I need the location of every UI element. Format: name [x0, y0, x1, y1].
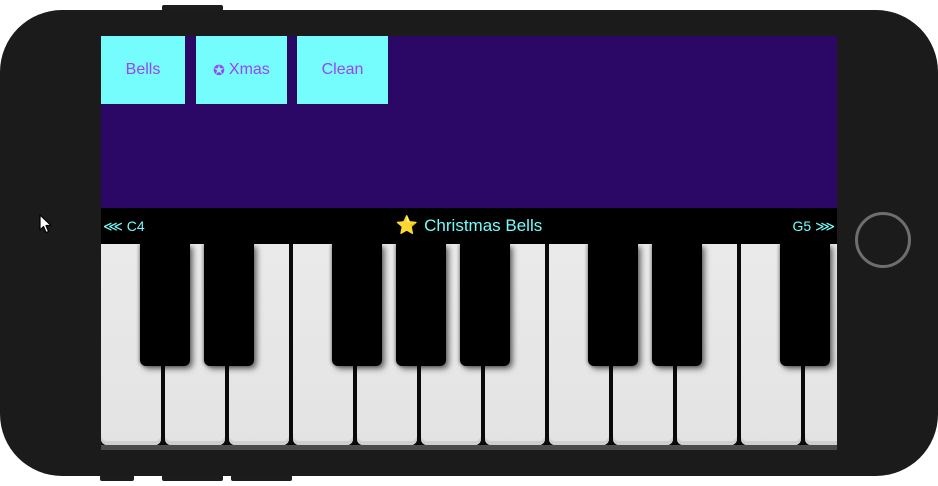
preset-button-label: Clean: [321, 61, 364, 78]
preset-button-label: Xmas: [228, 61, 270, 78]
keyboard-base: [101, 445, 837, 450]
piano-key-c-sharp5[interactable]: [588, 244, 638, 366]
mouse-pointer-icon: [39, 214, 52, 234]
app-screen: Bells ✪ Xmas Clean ⋘ C4 ⭐ Christmas Bells…: [101, 36, 837, 450]
current-preset-title: ⭐ Christmas Bells: [101, 215, 837, 236]
piano-key-g-sharp4[interactable]: [396, 244, 446, 366]
piano-key-d-sharp4[interactable]: [204, 244, 254, 366]
home-button[interactable]: [855, 212, 911, 268]
piano-key-c-sharp4[interactable]: [140, 244, 190, 366]
star-circle-icon: ✪: [213, 61, 225, 78]
preset-button-bells[interactable]: Bells: [101, 36, 185, 104]
preset-button-clean[interactable]: Clean: [297, 36, 388, 104]
star-icon: ⭐: [395, 215, 419, 235]
octave-up-button[interactable]: G5 ⋙: [793, 218, 835, 235]
info-bar: ⋘ C4 ⭐ Christmas Bells G5 ⋙: [101, 208, 837, 244]
piano-key-f-sharp4[interactable]: [332, 244, 382, 366]
piano-key-f-sharp5[interactable]: [780, 244, 830, 366]
piano-keyboard: [101, 244, 837, 450]
piano-key-d-sharp5[interactable]: [652, 244, 702, 366]
preset-button-label: Bells: [125, 61, 161, 78]
preset-button-xmas[interactable]: ✪ Xmas: [196, 36, 287, 104]
preset-name-label: Christmas Bells: [424, 216, 543, 235]
preset-panel: Bells ✪ Xmas Clean: [101, 36, 837, 208]
piano-key-a-sharp4[interactable]: [460, 244, 510, 366]
